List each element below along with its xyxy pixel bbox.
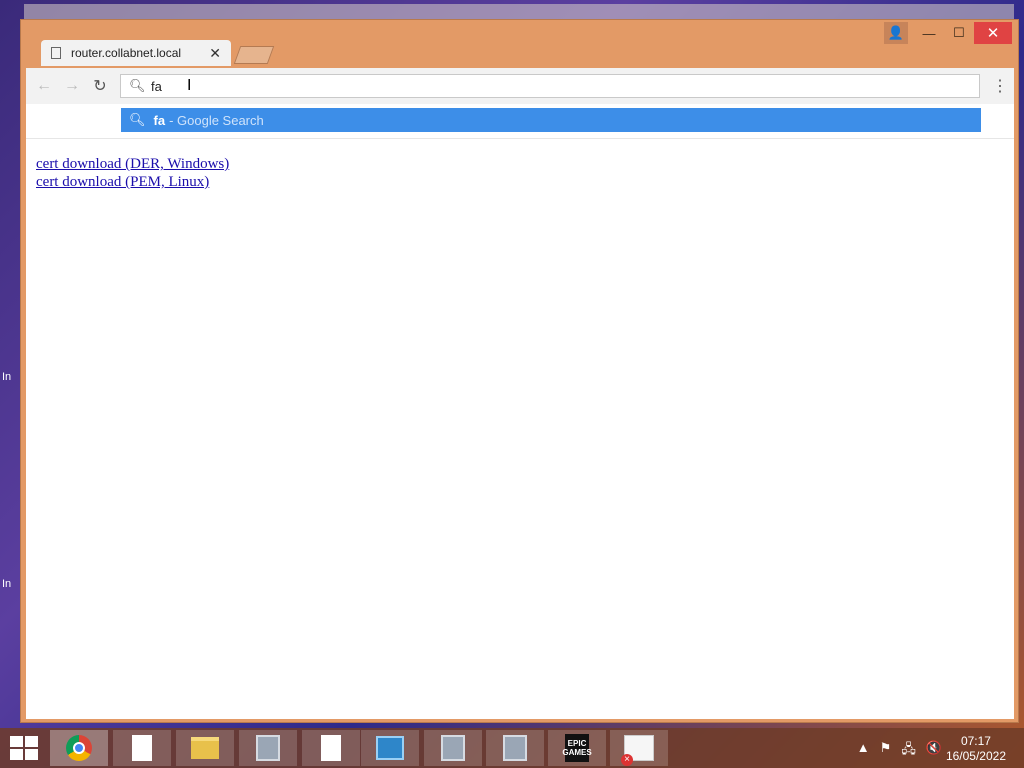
cert-download-pem-link[interactable]: cert download (PEM, Linux) [36, 174, 209, 191]
volume-muted-icon[interactable]: 🔇 [926, 740, 942, 762]
document-icon [321, 735, 341, 761]
chrome-icon [66, 735, 92, 761]
tab-close-icon[interactable]: ✕ [209, 45, 221, 62]
flag-icon[interactable]: ⚑ [880, 740, 892, 762]
address-bar-text: fa [151, 78, 162, 94]
browser-window: 👤 — ☐ ✕ router.collabnet.local ✕ ← → ↻ 🔍… [20, 19, 1019, 723]
desktop-icon-label: In [2, 371, 12, 383]
reload-icon[interactable]: ↻ [86, 72, 114, 100]
taskbar: EPIC GAMES ▲ ⚑ 🖧 🔇 07:17 16/05/2022 [0, 728, 1024, 768]
network-icon[interactable]: 🖧 [901, 740, 916, 762]
minimize-button[interactable]: — [914, 22, 944, 44]
close-window-button[interactable]: ✕ [974, 22, 1012, 44]
taskbar-app[interactable] [486, 730, 544, 766]
show-hidden-icons-icon[interactable]: ▲ [857, 740, 870, 762]
clock-time: 07:17 [960, 734, 991, 748]
clock[interactable]: 07:17 16/05/2022 [946, 734, 1006, 764]
forward-icon[interactable]: → [58, 72, 86, 100]
suggestion-hint: - Google Search [169, 112, 264, 128]
address-bar[interactable]: 🔍︎ fa I [120, 74, 980, 98]
suggestion-google-search[interactable]: 🔍︎ fa - Google Search [121, 108, 981, 132]
search-icon: 🔍︎ [129, 78, 146, 93]
application-icon [503, 735, 527, 761]
system-tray: ▲ ⚑ 🖧 🔇 [857, 740, 942, 762]
tab-strip: router.collabnet.local ✕ [41, 40, 641, 66]
suggestion-query: fa [153, 112, 166, 128]
folder-icon [191, 737, 219, 759]
taskbar-control-panel[interactable] [361, 730, 419, 766]
maximize-button[interactable]: ☐ [944, 22, 974, 44]
control-panel-icon [376, 736, 404, 760]
installer-icon [441, 735, 465, 761]
taskbar-document[interactable] [113, 730, 171, 766]
taskbar-app[interactable] [239, 730, 297, 766]
application-icon [256, 735, 280, 761]
page-content: cert download (DER, Windows) cert downlo… [26, 139, 1014, 719]
document-icon [132, 735, 152, 761]
tab-title: router.collabnet.local [71, 46, 182, 60]
taskbar-epic-games[interactable]: EPIC GAMES [548, 730, 606, 766]
profile-icon[interactable]: 👤 [884, 22, 908, 44]
start-button[interactable] [10, 736, 38, 760]
browser-toolbar: ← → ↻ 🔍︎ fa I ⋮ [26, 68, 1014, 104]
epic-games-icon: EPIC GAMES [562, 734, 592, 762]
tab-router[interactable]: router.collabnet.local ✕ [41, 40, 231, 66]
omnibox-dropdown: 🔍︎ fa - Google Search [26, 104, 1014, 139]
clock-date: 16/05/2022 [945, 749, 1006, 763]
taskbar-chrome[interactable] [50, 730, 108, 766]
taskbar-document[interactable] [302, 730, 360, 766]
taskbar-explorer[interactable] [176, 730, 234, 766]
certificate-error-icon [621, 735, 654, 766]
page-icon [51, 47, 61, 59]
desktop-icon-label: In [2, 578, 12, 590]
taskbar-certificate[interactable] [610, 730, 668, 766]
menu-icon[interactable]: ⋮ [992, 76, 1008, 96]
taskbar-installer[interactable] [424, 730, 482, 766]
new-tab-button[interactable] [233, 46, 275, 64]
back-icon[interactable]: ← [30, 72, 58, 100]
text-cursor-icon: I [187, 77, 192, 94]
window-controls: 👤 — ☐ ✕ [884, 22, 1012, 44]
search-icon: 🔍︎ [129, 112, 146, 127]
cert-download-der-link[interactable]: cert download (DER, Windows) [36, 156, 229, 173]
